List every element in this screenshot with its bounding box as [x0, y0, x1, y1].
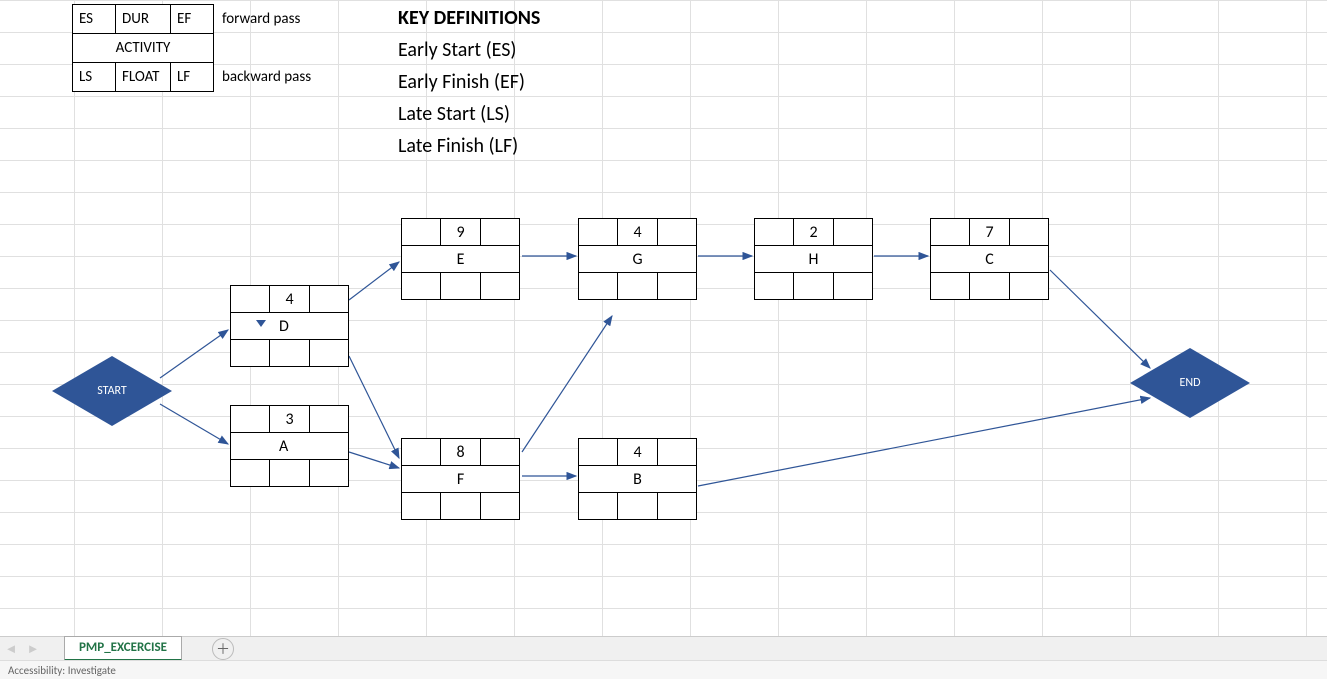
node-D-ef [309, 285, 349, 313]
node-start[interactable]: START [52, 356, 172, 426]
legend-ls: LS [72, 62, 116, 92]
defs-lf: Late Finish (LF) [398, 134, 518, 158]
node-E-ls [401, 272, 441, 300]
node-D-float [269, 339, 310, 367]
node-E-name: E [401, 245, 520, 273]
node-E-ef [480, 218, 520, 246]
node-G-dur: 4 [617, 218, 658, 246]
defs-ls: Late Start (LS) [398, 102, 510, 126]
node-H-es [754, 218, 794, 246]
node-B-dur: 4 [617, 438, 658, 466]
legend-forward-label: forward pass [222, 10, 300, 28]
node-B-ls [578, 492, 618, 520]
node-C-float [969, 272, 1010, 300]
sheet-tab-active[interactable]: PMP_EXCERCISE [64, 636, 182, 661]
node-A-ef [309, 405, 349, 433]
node-A-dur: 3 [269, 405, 310, 433]
node-C-ls [930, 272, 970, 300]
node-A-name: A [230, 432, 349, 460]
legend-es: ES [72, 4, 116, 34]
legend-ef: EF [170, 4, 214, 34]
defs-ef: Early Finish (EF) [398, 70, 525, 94]
defs-title: KEY DEFINITIONS [398, 6, 540, 30]
node-F-name: F [401, 465, 520, 493]
node-D-lf [309, 339, 349, 367]
node-start-label: START [97, 384, 127, 398]
node-end[interactable]: END [1130, 348, 1250, 418]
tab-nav-prev[interactable]: ◄ [2, 640, 20, 658]
node-B-float [617, 492, 658, 520]
node-B-lf [657, 492, 697, 520]
dropdown-icon [256, 320, 266, 327]
node-G-name: G [578, 245, 697, 273]
node-B-es [578, 438, 618, 466]
spreadsheet-grid[interactable] [0, 0, 1327, 638]
node-D-dur: 4 [269, 285, 310, 313]
legend-activity: ACTIVITY [72, 33, 214, 63]
node-A-lf [309, 459, 349, 487]
legend-float: FLOAT [115, 62, 171, 92]
node-C-lf [1009, 272, 1049, 300]
node-E-es [401, 218, 441, 246]
node-F-ef [480, 438, 520, 466]
legend-dur: DUR [115, 4, 171, 34]
node-E-float [440, 272, 481, 300]
node-G-ef [657, 218, 697, 246]
node-F-ls [401, 492, 441, 520]
status-bar: Accessibility: Investigate [0, 660, 1327, 679]
node-B-ef [657, 438, 697, 466]
legend-backward-label: backward pass [222, 68, 311, 86]
defs-es: Early Start (ES) [398, 38, 516, 62]
node-C-es [930, 218, 970, 246]
node-D-name: D [230, 312, 349, 340]
legend-lf: LF [170, 62, 214, 92]
node-H-ef [833, 218, 873, 246]
node-F-dur: 8 [440, 438, 481, 466]
node-A-float [269, 459, 310, 487]
node-G-ls [578, 272, 618, 300]
node-F-lf [480, 492, 520, 520]
node-A-ls [230, 459, 270, 487]
node-G-float [617, 272, 658, 300]
node-E-lf [480, 272, 520, 300]
sheet-tab-bar: ◄ ► PMP_EXCERCISE ＋ [0, 636, 1327, 660]
node-C-dur: 7 [969, 218, 1010, 246]
node-C-ef [1009, 218, 1049, 246]
tab-nav-next[interactable]: ► [24, 640, 42, 658]
node-F-es [401, 438, 441, 466]
node-end-label: END [1180, 376, 1201, 390]
node-G-lf [657, 272, 697, 300]
node-B-name: B [578, 465, 697, 493]
node-H-ls [754, 272, 794, 300]
node-C-name: C [930, 245, 1049, 273]
node-E-dur: 9 [440, 218, 481, 246]
node-A-es [230, 405, 270, 433]
node-H-lf [833, 272, 873, 300]
node-D-ls [230, 339, 270, 367]
add-sheet-button[interactable]: ＋ [212, 638, 234, 660]
node-H-dur: 2 [793, 218, 834, 246]
node-H-float [793, 272, 834, 300]
node-H-name: H [754, 245, 873, 273]
node-G-es [578, 218, 618, 246]
status-accessibility: Accessibility: Investigate [8, 664, 116, 677]
node-F-float [440, 492, 481, 520]
node-D-es [230, 285, 270, 313]
